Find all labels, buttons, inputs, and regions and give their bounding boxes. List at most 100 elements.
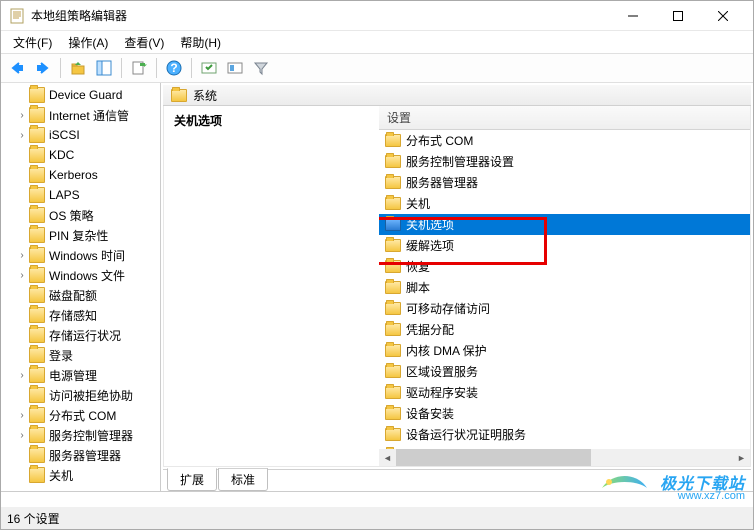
tree-item[interactable]: 存储运行状况 [1,325,160,345]
tree-item[interactable]: OS 策略 [1,205,160,225]
tree-item[interactable]: Kerberos [1,165,160,185]
list-column-header[interactable]: 设置 [379,106,750,130]
window-title: 本地组策略编辑器 [31,7,610,24]
maximize-button[interactable] [655,1,700,30]
menu-view[interactable]: 查看(V) [116,32,172,53]
folder-icon [29,247,45,263]
list-item[interactable]: 服务控制管理器设置 [379,151,750,172]
folder-icon [385,428,401,441]
list-item-label: 设备运行状况证明服务 [406,426,526,443]
svg-text:?: ? [170,61,177,75]
breadcrumb: 系统 [163,85,751,106]
list-item[interactable]: 凭据分配 [379,319,750,340]
tree-item[interactable]: ›Internet 通信管 [1,105,160,125]
close-button[interactable] [700,1,745,30]
expander-icon[interactable]: › [15,410,29,421]
tree-item[interactable]: KDC [1,145,160,165]
show-hide-tree-button[interactable] [92,56,116,80]
tree-item[interactable]: ›Windows 时间 [1,245,160,265]
list-item[interactable]: 内核 DMA 保护 [379,340,750,361]
detail-heading: 关机选项 [174,112,369,129]
folder-icon [29,447,45,463]
tree-item[interactable]: 磁盘配额 [1,285,160,305]
tree-item[interactable]: PIN 复杂性 [1,225,160,245]
list-item[interactable]: 恢复 [379,256,750,277]
forward-button[interactable] [31,56,55,80]
list-pane: 设置 分布式 COM 服务控制管理器设置服务器管理器关机关机选项缓解选项恢复脚本可… [379,106,750,466]
folder-icon [385,176,401,189]
list-item[interactable]: 驱动程序安装 [379,382,750,403]
folder-icon [385,386,401,399]
tree-item-label: LAPS [49,188,80,202]
tree-item[interactable]: LAPS [1,185,160,205]
tree-item[interactable]: Device Guard [1,85,160,105]
tree-item-label: 关机 [49,467,73,484]
tree-item[interactable]: ›服务控制管理器 [1,425,160,445]
tree-scrollbar[interactable]: Device Guard›Internet 通信管›iSCSIKDC Kerber… [1,83,160,491]
tree-item[interactable]: › 分布式 COM [1,405,160,425]
menu-file[interactable]: 文件(F) [5,32,60,53]
list-item[interactable]: 关机 [379,193,750,214]
expander-icon[interactable]: › [15,370,29,381]
folder-icon [29,167,45,183]
expander-icon[interactable]: › [15,250,29,261]
expander-icon[interactable]: › [15,130,29,141]
scroll-left-arrow[interactable]: ◄ [379,449,396,466]
list-item-label: 服务控制管理器设置 [406,153,514,170]
tree-item[interactable]: 访问被拒绝协助 [1,385,160,405]
tree-item[interactable]: ›Windows 文件 [1,265,160,285]
list-item[interactable]: 关机选项 [379,214,750,235]
folder-icon [29,127,45,143]
tree-item-label: 存储感知 [49,307,97,324]
folder-icon [29,87,45,103]
list-item[interactable]: 分布式 COM [379,130,750,151]
scroll-right-arrow[interactable]: ► [733,449,750,466]
tree-item[interactable]: ›电源管理 [1,365,160,385]
tree-item[interactable]: 服务器管理器 [1,445,160,465]
export-list-button[interactable] [127,56,151,80]
tree-item-label: 分布式 COM [49,407,116,424]
folder-icon [385,323,401,336]
list-item[interactable]: 服务器管理器 [379,172,750,193]
tree-item[interactable]: 存储感知 [1,305,160,325]
list-item[interactable]: 脚本 [379,277,750,298]
list-item-label: 恢复 [406,258,430,275]
filter-button[interactable] [249,56,273,80]
tab-extended[interactable]: 扩展 [167,468,217,491]
horizontal-scrollbar[interactable]: ◄ ► [379,449,750,466]
toolbar-button-1[interactable] [197,56,221,80]
folder-icon [29,387,45,403]
expander-icon[interactable]: › [15,110,29,121]
tree-item[interactable]: ›iSCSI [1,125,160,145]
tab-standard[interactable]: 标准 [218,468,268,491]
minimize-button[interactable] [610,1,655,30]
app-icon [9,8,25,24]
list-item-label: 缓解选项 [406,237,454,254]
tree-pane: Device Guard›Internet 通信管›iSCSIKDC Kerber… [1,83,161,491]
list-item[interactable]: 区域设置服务 [379,361,750,382]
expander-icon[interactable]: › [15,270,29,281]
list-item[interactable]: 设备运行状况证明服务 [379,424,750,445]
tree-item-label: 服务器管理器 [49,447,121,464]
tree-item-label: 登录 [49,347,73,364]
toolbar-button-2[interactable] [223,56,247,80]
list-item-label: 脚本 [406,279,430,296]
back-button[interactable] [5,56,29,80]
folder-icon [29,287,45,303]
up-button[interactable] [66,56,90,80]
tree-item-label: Kerberos [49,168,98,182]
expander-icon[interactable]: › [15,430,29,441]
menubar: 文件(F) 操作(A) 查看(V) 帮助(H) [1,31,753,53]
tree-item[interactable]: 关机 [1,465,160,485]
folder-icon [29,207,45,223]
statusbar-text: 16 个设置 [7,510,60,527]
list-item[interactable]: 缓解选项 [379,235,750,256]
folder-icon [385,302,401,315]
menu-action[interactable]: 操作(A) [60,32,116,53]
tree-item[interactable]: 登录 [1,345,160,365]
list-item[interactable]: 可移动存储访问 [379,298,750,319]
list-item[interactable]: 设备安装 [379,403,750,424]
list-item-label: 内核 DMA 保护 [406,342,487,359]
help-button[interactable]: ? [162,56,186,80]
menu-help[interactable]: 帮助(H) [172,32,229,53]
